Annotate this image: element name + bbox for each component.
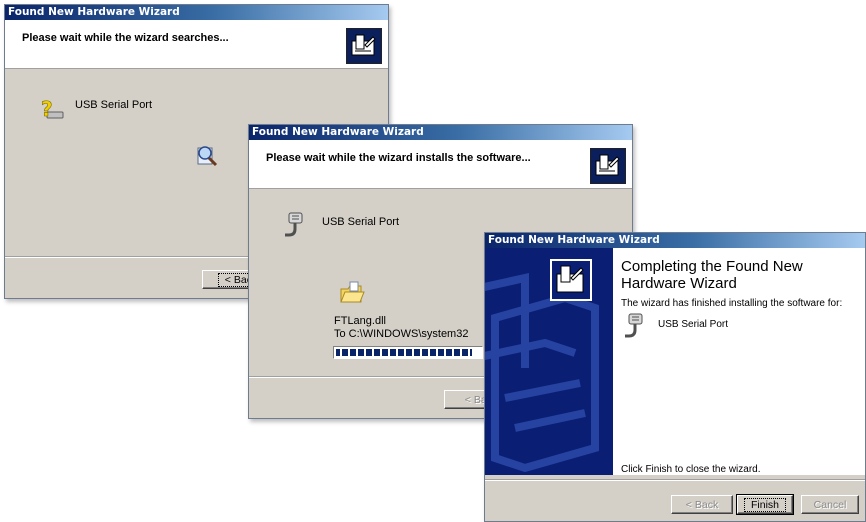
completion-heading: Completing the Found New Hardware Wizard	[621, 258, 851, 292]
window-title: Found New Hardware Wizard	[485, 233, 865, 248]
completion-heading-text: Completing the Found New Hardware Wizard	[621, 258, 803, 292]
wizard-header: Please wait while the wizard installs th…	[249, 140, 632, 189]
side-panel-graphic	[485, 259, 599, 473]
wizard-content: Completing the Found New Hardware Wizard…	[613, 248, 865, 475]
serial-port-icon	[283, 211, 305, 244]
wizard-window-complete: Found New Hardware Wizard Completing the…	[484, 232, 866, 522]
progress-fill	[334, 347, 472, 358]
window-title: Found New Hardware Wizard	[249, 125, 632, 140]
header-title: Please wait while the wizard searches...	[22, 32, 229, 44]
install-progress-bar	[333, 346, 483, 359]
wizard-header: Please wait while the wizard searches...	[5, 20, 388, 69]
serial-port-icon	[623, 312, 645, 345]
cancel-button[interactable]: Cancel	[801, 495, 859, 514]
hardware-wizard-icon	[346, 28, 382, 64]
cancel-button-label: Cancel	[813, 499, 847, 511]
finish-button-label: Finish	[743, 498, 786, 512]
hardware-wizard-icon	[590, 148, 626, 184]
completion-message: The wizard has finished installing the s…	[621, 298, 843, 309]
device-name: USB Serial Port	[658, 319, 729, 330]
back-button[interactable]: < Back	[671, 495, 733, 514]
search-icon	[195, 142, 219, 171]
device-name: USB Serial Port	[322, 216, 400, 228]
window-title: Found New Hardware Wizard	[5, 5, 388, 20]
back-button-label: < Back	[685, 499, 719, 511]
header-title: Please wait while the wizard installs th…	[266, 152, 531, 164]
svg-text:?: ?	[41, 98, 53, 121]
device-name: USB Serial Port	[75, 99, 153, 111]
file-name: FTLang.dll	[334, 315, 386, 327]
wizard-side-panel	[485, 248, 613, 475]
close-hint: Click Finish to close the wizard.	[621, 464, 761, 475]
file-destination: To C:\WINDOWS\system32	[334, 328, 469, 340]
finish-button[interactable]: Finish	[736, 494, 794, 515]
folder-icon	[339, 280, 365, 309]
footer-separator	[485, 479, 865, 481]
question-device-icon: ?	[39, 97, 65, 125]
